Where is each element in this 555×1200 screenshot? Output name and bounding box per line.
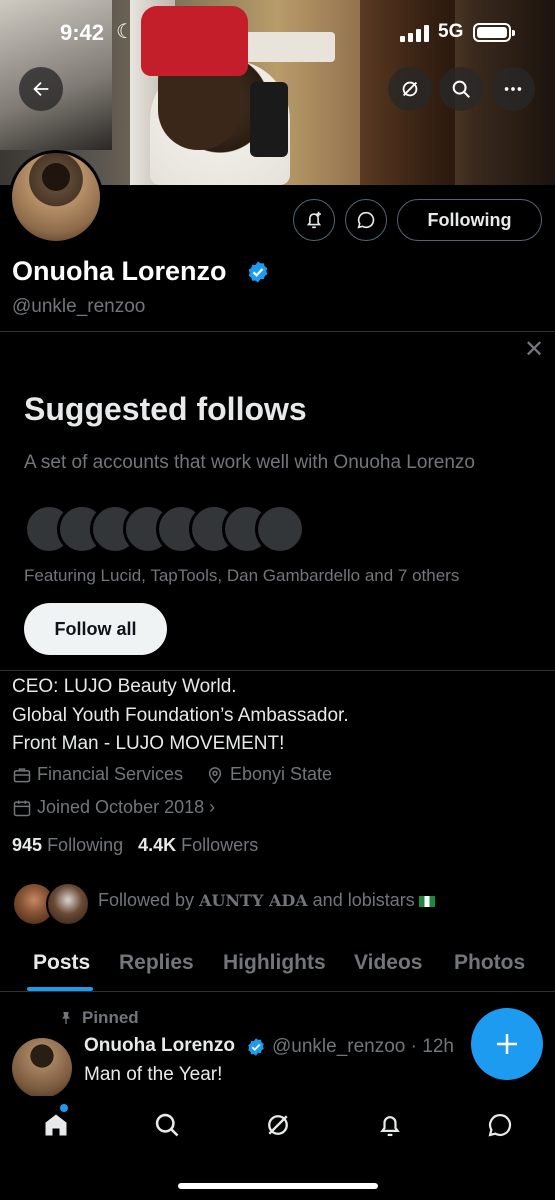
notification-dot bbox=[60, 1104, 68, 1112]
banner-phone bbox=[250, 82, 288, 157]
status-time: 9:42 bbox=[60, 20, 105, 45]
back-arrow-icon bbox=[33, 81, 49, 97]
search-button[interactable] bbox=[439, 67, 483, 111]
calendar-icon bbox=[13, 800, 31, 816]
more-icon bbox=[504, 87, 522, 91]
bio-line-3: Front Man - LUJO MOVEMENT! bbox=[12, 733, 285, 754]
message-icon bbox=[357, 211, 375, 229]
nav-search[interactable] bbox=[152, 1110, 182, 1140]
moon-icon: ☾ bbox=[116, 21, 134, 43]
profile-joined[interactable]: Joined October 2018 › bbox=[12, 797, 215, 818]
chevron-right-icon: › bbox=[209, 797, 216, 817]
follow-all-button[interactable]: Follow all bbox=[24, 603, 167, 655]
bell-icon bbox=[380, 1116, 400, 1137]
notifications-button[interactable] bbox=[293, 199, 335, 241]
home-icon bbox=[45, 1114, 67, 1136]
tab-videos[interactable]: Videos bbox=[354, 951, 422, 975]
following-count-link[interactable]: 945 Following bbox=[12, 835, 123, 855]
profile-category: Financial Services bbox=[12, 764, 183, 785]
search-icon bbox=[452, 80, 470, 98]
pinned-label: Pinned bbox=[82, 1008, 139, 1027]
followed-by-and: and bbox=[312, 890, 343, 910]
nav-notifications[interactable] bbox=[375, 1110, 405, 1140]
followed-by-name1: AUNTY ADA bbox=[199, 891, 308, 910]
message-button[interactable] bbox=[345, 199, 387, 241]
back-button[interactable] bbox=[19, 67, 63, 111]
tab-replies[interactable]: Replies bbox=[119, 951, 194, 975]
followers-count: 4.4K bbox=[138, 835, 177, 855]
location-label: Ebonyi State bbox=[230, 764, 333, 784]
following-button[interactable]: Following bbox=[397, 199, 542, 241]
profile-location: Ebonyi State bbox=[205, 764, 332, 785]
following-count-label: Following bbox=[47, 835, 124, 855]
suggested-featuring: Featuring Lucid, TapTools, Dan Gambardel… bbox=[24, 566, 460, 585]
divider bbox=[0, 331, 555, 332]
battery-icon bbox=[473, 23, 515, 42]
pin-icon bbox=[62, 1012, 70, 1024]
more-button[interactable] bbox=[491, 67, 535, 111]
verified-badge-icon bbox=[248, 1038, 264, 1056]
followed-by-prefix: Followed by bbox=[98, 890, 195, 910]
post-text: Man of the Year! bbox=[84, 1064, 223, 1085]
nav-home[interactable] bbox=[41, 1110, 71, 1140]
post-handle-time: @unkle_renzoo · 12h bbox=[272, 1036, 454, 1057]
tab-photos[interactable]: Photos bbox=[454, 951, 525, 975]
pinned-label-row: Pinned bbox=[58, 1008, 139, 1028]
post-author[interactable]: Onuoha Lorenzo bbox=[84, 1035, 235, 1057]
message-icon bbox=[488, 1113, 512, 1137]
category-label: Financial Services bbox=[37, 764, 184, 784]
follow-counts: 945 Following 4.4K Followers bbox=[12, 835, 258, 856]
home-indicator bbox=[178, 1183, 378, 1189]
network-label: 5G bbox=[438, 21, 464, 42]
nav-messages[interactable] bbox=[485, 1110, 515, 1140]
verified-badge-icon[interactable] bbox=[246, 260, 270, 284]
divider bbox=[0, 670, 555, 671]
bio-line-1: CEO: LUJO Beauty World. bbox=[12, 676, 237, 697]
post-avatar[interactable] bbox=[12, 1038, 72, 1098]
suggested-title: Suggested follows bbox=[24, 391, 307, 427]
divider bbox=[0, 991, 555, 992]
profile-avatar[interactable] bbox=[9, 150, 103, 244]
compose-button[interactable] bbox=[471, 1008, 543, 1080]
followers-count-link[interactable]: 4.4K Followers bbox=[138, 835, 258, 855]
plus-icon bbox=[497, 1034, 517, 1054]
nigeria-flag-icon bbox=[418, 895, 435, 907]
grok-button[interactable] bbox=[388, 67, 432, 111]
nav-grok[interactable] bbox=[263, 1110, 293, 1140]
bio-line-2: Global Youth Foundation’s Ambassador. bbox=[12, 705, 349, 726]
following-count: 945 bbox=[12, 835, 43, 855]
status-bar: 9:42 ☾ 5G bbox=[0, 0, 555, 66]
signal-icon bbox=[400, 24, 429, 42]
suggested-subtitle: A set of accounts that work well with On… bbox=[24, 452, 475, 473]
grok-icon bbox=[268, 1115, 288, 1135]
grok-icon bbox=[402, 81, 418, 97]
followers-count-label: Followers bbox=[181, 835, 259, 855]
location-pin-icon bbox=[208, 766, 222, 784]
followed-by-name2: lobistars bbox=[347, 890, 415, 910]
joined-label: Joined October 2018 bbox=[37, 797, 205, 817]
close-icon[interactable]: ✕ bbox=[524, 338, 544, 362]
profile-handle: @unkle_renzoo bbox=[12, 296, 146, 317]
followed-by-text[interactable]: Followed by AUNTY ADA and lobistars bbox=[98, 890, 435, 911]
tab-posts[interactable]: Posts bbox=[33, 951, 90, 975]
briefcase-icon bbox=[13, 767, 31, 782]
profile-name: Onuoha Lorenzo bbox=[12, 256, 227, 286]
tab-highlights[interactable]: Highlights bbox=[223, 951, 326, 975]
suggested-avatars[interactable] bbox=[24, 504, 305, 554]
search-icon bbox=[155, 1113, 179, 1137]
notification-add-icon bbox=[306, 211, 322, 229]
followed-by-avatars[interactable] bbox=[12, 882, 92, 926]
